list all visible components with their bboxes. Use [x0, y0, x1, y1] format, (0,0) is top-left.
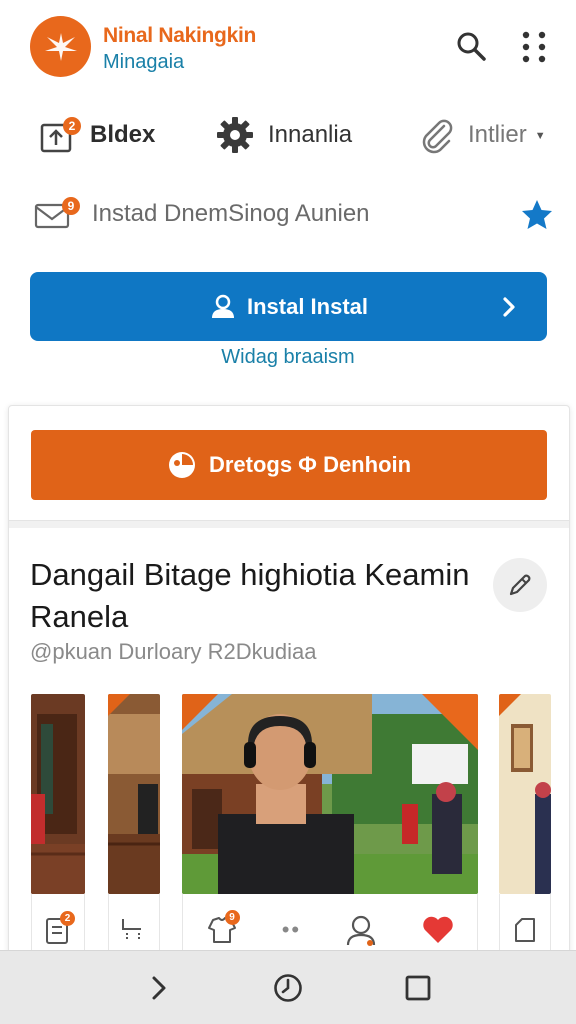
edit-button[interactable] — [493, 558, 547, 612]
back-button[interactable] — [141, 971, 175, 1005]
user-icon[interactable] — [344, 913, 378, 947]
gallery-photo[interactable] — [108, 694, 160, 894]
card-subtitle: @pkuan Durloary R2Dkudiaa — [30, 639, 317, 664]
category-label: Innanlia — [268, 121, 353, 148]
pen-icon — [509, 574, 531, 596]
more-vertical-icon — [522, 31, 546, 63]
bird-logo-icon — [44, 32, 77, 61]
chevron-down-icon: ▼ — [534, 130, 546, 142]
chair-icon — [122, 918, 141, 941]
star-icon — [522, 200, 552, 229]
document-icon: 2 — [44, 910, 75, 945]
mail-icon: 9 — [34, 197, 80, 231]
install-button-label: Instal Instal — [246, 293, 369, 319]
gallery-photo[interactable] — [31, 694, 85, 894]
heart-icon[interactable] — [421, 914, 455, 946]
notification-badge: 9 — [224, 909, 240, 925]
search-icon — [457, 32, 486, 61]
back-icon — [152, 976, 166, 1000]
notification-badge: 2 — [60, 910, 75, 926]
upload-box-icon: 2 — [38, 115, 81, 155]
app-title: Ninal Nakingkin — [103, 24, 257, 47]
app-header: Ninal Nakingkin Minagaia — [0, 0, 576, 96]
gallery-photo[interactable] — [182, 694, 478, 894]
recents-icon — [405, 975, 431, 1001]
category-label: Bldex — [90, 121, 156, 148]
app-logo[interactable] — [30, 16, 91, 77]
secondary-link[interactable]: Widag braaism — [0, 346, 576, 369]
gear-icon — [217, 117, 253, 153]
history-icon — [274, 974, 302, 1002]
photo-gallery: 2 9 •• — [9, 694, 569, 964]
install-notice-label: Instad DnemSinog Aunien — [92, 200, 370, 227]
user-install-icon — [209, 293, 237, 321]
recents-button[interactable] — [401, 971, 435, 1005]
app-subtitle: Minagaia — [103, 51, 185, 73]
pie-chart-icon — [167, 450, 197, 480]
search-button[interactable] — [455, 30, 487, 62]
history-button[interactable] — [271, 971, 305, 1005]
gallery-photo[interactable] — [499, 694, 551, 894]
favorite-button[interactable] — [520, 198, 554, 232]
content-card: Dretogs Ф Denhoin Dangail Bitage highiot… — [8, 405, 570, 965]
notification-badge: 9 — [62, 197, 80, 215]
card-title: Dangail Bitage highiotia Keamin Ranela — [30, 557, 470, 634]
copy-icon — [515, 917, 535, 942]
dots-icon: •• — [281, 916, 302, 942]
category-intlier[interactable]: Intlier ▼ — [418, 112, 546, 158]
category-label: Intlier — [468, 121, 527, 148]
category-innanlia[interactable]: Innanlia — [214, 112, 352, 158]
notification-badge: 2 — [63, 117, 81, 135]
system-nav-bar — [0, 950, 576, 1024]
category-bldex[interactable]: 2 Bldex — [38, 112, 155, 158]
install-notice-row[interactable]: 9 Instad DnemSinog Aunien — [34, 192, 554, 236]
install-button[interactable]: Instal Instal — [30, 272, 547, 341]
card-action-label: Dretogs Ф Denhoin — [208, 452, 412, 477]
more-options-button[interactable] — [520, 30, 548, 64]
card-divider — [9, 520, 569, 528]
chevron-right-icon — [497, 294, 521, 326]
card-action-button[interactable]: Dretogs Ф Denhoin — [31, 430, 547, 500]
paperclip-icon — [422, 119, 453, 154]
shirt-icon: 9 — [205, 909, 240, 946]
